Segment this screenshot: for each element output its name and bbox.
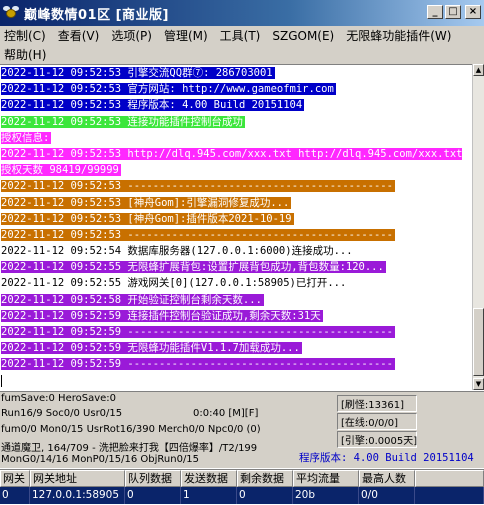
title-bar[interactable]: 巅峰数情01区 [商业版] _ □ × [0, 0, 484, 26]
log-line-text: 2022-11-12 09:52:53 [神舟Gom]:引擎漏洞修复成功... [1, 196, 292, 209]
menu-manage[interactable]: 管理(M) [164, 27, 208, 44]
log-line: 2022-11-12 09:52:55 游戏网关[0](127.0.0.1:58… [0, 275, 472, 291]
cell-traffic: 20b [293, 487, 359, 504]
log-line: 2022-11-12 09:52:53 程序版本: 4.00 Build 201… [0, 97, 472, 113]
menu-help[interactable]: 帮助(H) [4, 46, 46, 63]
log-line: 2022-11-12 09:52:58 开始验证控制台剩余天数... [0, 292, 472, 308]
log-line: 2022-11-12 09:52:53 http://dlq.945.com/x… [0, 146, 472, 178]
menu-control[interactable]: 控制(C) [4, 27, 46, 44]
gateway-table: 网关 网关地址 队列数据 发送数据 剩余数据 平均流量 最高人数 0 127.0… [0, 469, 484, 505]
cell-address: 127.0.0.1:58905 [30, 487, 125, 504]
cell-max-users: 0/0 [359, 487, 415, 504]
engine-counter: [引擎:0.0005天] [337, 431, 417, 448]
log-line: 2022-11-12 09:52:53 官方网站: http://www.gam… [0, 81, 472, 97]
close-button[interactable]: × [465, 5, 481, 19]
minimize-button[interactable]: _ [427, 5, 443, 19]
col-address[interactable]: 网关地址 [30, 470, 125, 487]
log-line: 2022-11-12 09:52:59 连接插件控制台验证成功,剩余天数:31天 [0, 308, 472, 324]
col-queue[interactable]: 队列数据 [125, 470, 181, 487]
log-line: 2022-11-12 09:52:53 --------------------… [0, 178, 472, 194]
log-line-text: 2022-11-12 09:52:53 [神舟Gom]:插件版本2021-10-… [1, 212, 294, 225]
scroll-down-icon[interactable]: ▼ [473, 378, 484, 390]
log-line-text: 2022-11-12 09:52:55 游戏网关[0](127.0.0.1:58… [1, 277, 347, 290]
status-save: fumSave:0 HeroSave:0 [1, 393, 117, 404]
status-run: Run16/9 Soc0/0 Usr0/15 [1, 408, 123, 419]
log-line-text: 2022-11-12 09:52:59 --------------------… [1, 326, 395, 339]
cell-sent: 1 [181, 487, 237, 504]
log-line-text: 2022-11-12 09:52:59 连接插件控制台验证成功,剩余天数:31天 [1, 309, 323, 322]
refresh-counter: [刷怪:13361] [337, 395, 417, 412]
cell-queue: 0 [125, 487, 181, 504]
log-line-text: 2022-11-12 09:52:53 程序版本: 4.00 Build 201… [1, 99, 305, 112]
cell-remaining: 0 [237, 487, 293, 504]
log-line-text: 2022-11-12 09:52:53 官方网站: http://www.gam… [1, 83, 336, 96]
log-line: 2022-11-12 09:52:55 无限蜂扩展背包:设置扩展背包成功,背包数… [0, 259, 472, 275]
status-monsters: fum0/0 Mon0/15 UsrRot16/390 Merch0/0 Npc… [1, 424, 261, 435]
log-line-text: 2022-11-12 09:52:54 数据库服务器(127.0.0.1:600… [1, 245, 353, 258]
online-counter: [在线:0/0/0] [337, 413, 417, 430]
log-line: 2022-11-12 09:52:53 --------------------… [0, 227, 472, 243]
cell-gateway: 0 [0, 487, 30, 504]
menu-tools[interactable]: 工具(T) [220, 27, 261, 44]
log-output[interactable]: 2022-11-12 09:52:53 引擎交流QQ群⑦: 286703001 2… [0, 64, 472, 390]
menu-bar: 控制(C) 查看(V) 选项(P) 管理(M) 工具(T) SZGOM(E) 无… [0, 26, 484, 64]
log-line-text: 授权信息: [1, 131, 52, 144]
program-version: 程序版本: 4.00 Build 20151104 [299, 452, 474, 464]
log-line: 2022-11-12 09:52:53 [神舟Gom]:引擎漏洞修复成功... [0, 195, 472, 211]
status-time: 0:0:40 [M][F] [193, 408, 259, 419]
col-gateway[interactable]: 网关 [0, 470, 30, 487]
menu-view[interactable]: 查看(V) [58, 27, 100, 44]
log-line-text: 2022-11-12 09:52:53 --------------------… [1, 180, 395, 193]
status-panel: fumSave:0 HeroSave:0 Run16/9 Soc0/0 Usr0… [0, 391, 484, 468]
log-line: 2022-11-12 09:52:59 --------------------… [0, 324, 472, 340]
menu-plugin[interactable]: 无限蜂功能插件(W) [346, 27, 451, 44]
scroll-up-icon[interactable]: ▲ [473, 64, 484, 76]
log-line: 2022-11-12 09:52:59 无限蜂功能插件V1.1.7加载成功... [0, 340, 472, 356]
menu-options[interactable]: 选项(P) [111, 27, 152, 44]
status-objects: MonG0/14/16 MonP0/15/16 ObjRun0/15 [1, 454, 200, 465]
scroll-thumb[interactable] [473, 308, 484, 376]
col-remaining[interactable]: 剩余数据 [237, 470, 293, 487]
log-line: 授权信息: [0, 130, 472, 146]
log-line-text: 2022-11-12 09:52:59 无限蜂功能插件V1.1.7加载成功... [1, 342, 302, 355]
window-controls: _ □ × [427, 5, 481, 19]
maximize-button[interactable]: □ [445, 5, 461, 19]
col-max-users[interactable]: 最高人数 [359, 470, 415, 487]
menu-row-1: 控制(C) 查看(V) 选项(P) 管理(M) 工具(T) SZGOM(E) 无… [0, 26, 484, 45]
log-scrollbar[interactable]: ▲ ▼ [472, 64, 484, 390]
log-line-text: 2022-11-12 09:52:53 --------------------… [1, 228, 395, 241]
table-row[interactable]: 0 127.0.0.1:58905 0 1 0 20b 0/0 [0, 487, 484, 504]
col-filler [415, 470, 484, 487]
menu-row-2: 帮助(H) [0, 45, 484, 64]
log-caret-line [0, 373, 472, 389]
log-line-text: 2022-11-12 09:52:53 引擎交流QQ群⑦: 286703001 [1, 67, 275, 79]
log-line-text: 2022-11-12 09:52:53 连接功能插件控制台成功 [1, 115, 245, 128]
log-line-text: 2022-11-12 09:52:59 --------------------… [1, 358, 395, 371]
status-map: 通道魔卫, 164/709 - 洗把脸来打我【四倍爆率】/T2/199 [1, 443, 258, 454]
log-line: 2022-11-12 09:52:53 引擎交流QQ群⑦: 286703001 [0, 65, 472, 81]
col-sent[interactable]: 发送数据 [181, 470, 237, 487]
log-line: 2022-11-12 09:52:53 连接功能插件控制台成功 [0, 114, 472, 130]
log-line: 2022-11-12 09:52:59 --------------------… [0, 356, 472, 372]
menu-szgom[interactable]: SZGOM(E) [272, 29, 334, 43]
log-line: 2022-11-12 09:52:53 [神舟Gom]:插件版本2021-10-… [0, 211, 472, 227]
cell-filler [415, 487, 484, 504]
col-traffic[interactable]: 平均流量 [293, 470, 359, 487]
log-line: 2022-11-12 09:52:54 数据库服务器(127.0.0.1:600… [0, 243, 472, 259]
bee-app-icon [3, 5, 19, 21]
log-line-text: 2022-11-12 09:52:55 无限蜂扩展背包:设置扩展背包成功,背包数… [1, 261, 386, 274]
window-title: 巅峰数情01区 [商业版] [24, 7, 169, 23]
log-line-text: 2022-11-12 09:52:53 http://dlq.945.com/x… [1, 147, 463, 177]
table-header: 网关 网关地址 队列数据 发送数据 剩余数据 平均流量 最高人数 [0, 470, 484, 487]
log-line-text: 2022-11-12 09:52:58 开始验证控制台剩余天数... [1, 293, 264, 306]
